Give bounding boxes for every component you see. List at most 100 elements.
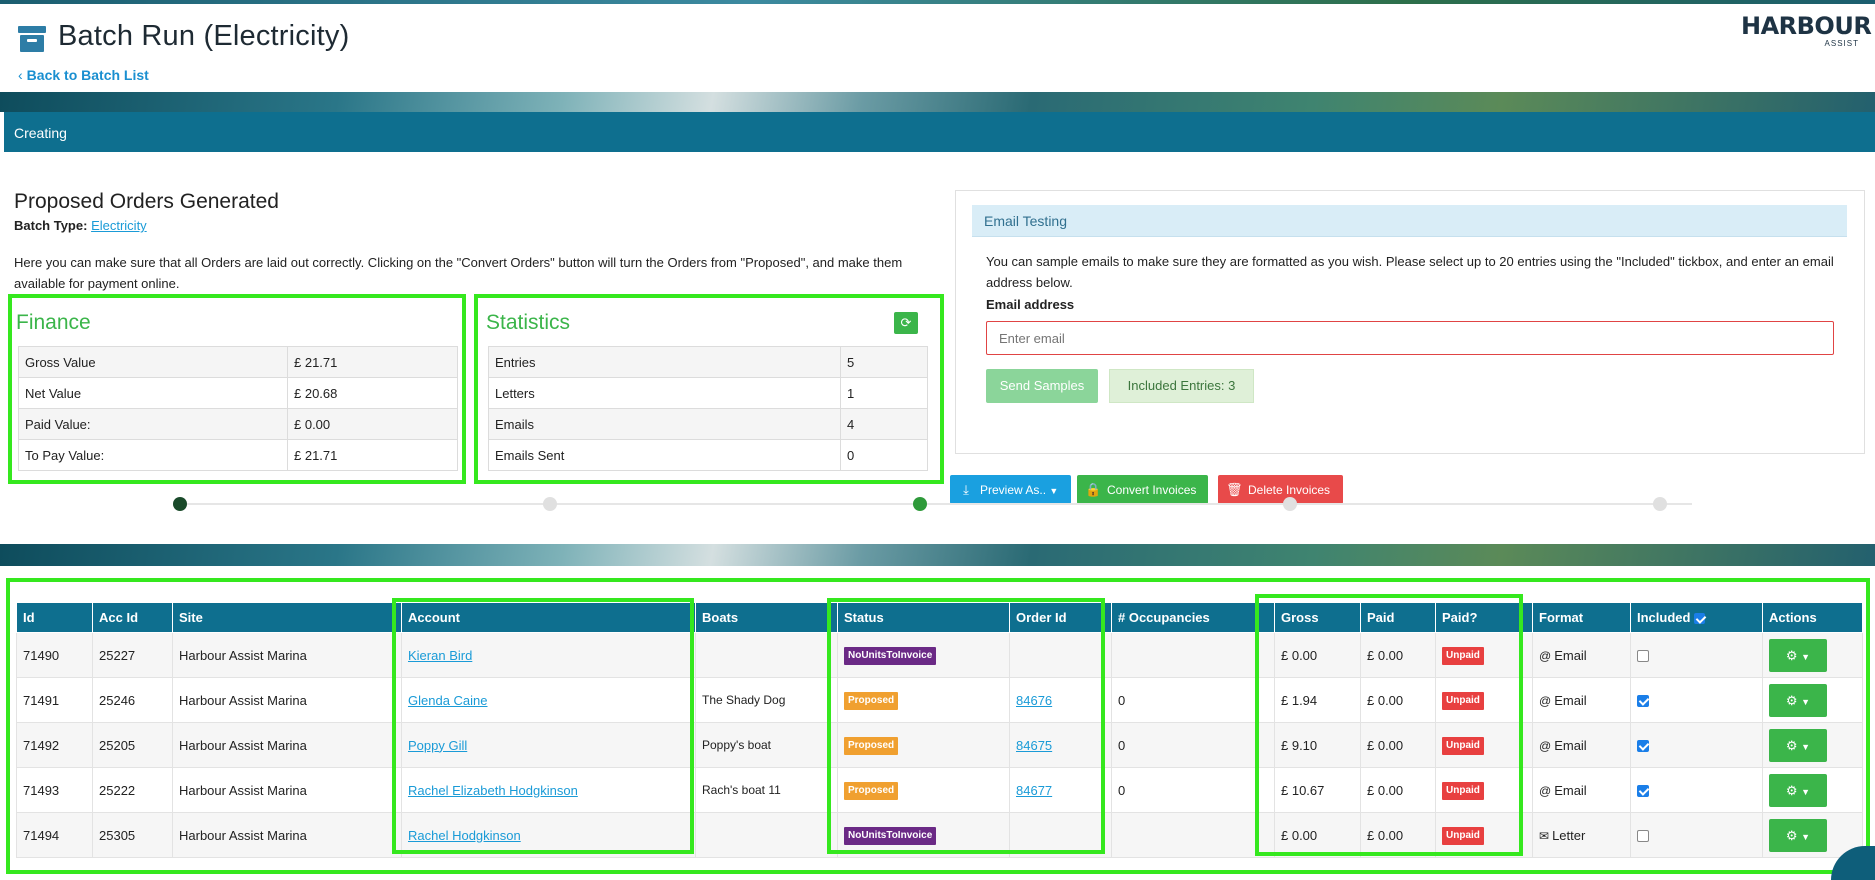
account-link[interactable]: Rachel Hodgkinson xyxy=(408,828,521,843)
row-actions-button[interactable]: ⚙ ▼ xyxy=(1769,728,1827,762)
finance-row-label: Paid Value: xyxy=(18,408,288,440)
email-testing-description: You can sample emails to make sure they … xyxy=(986,254,1834,290)
format-label: Letter xyxy=(1552,827,1586,843)
email-address-label: Email address xyxy=(986,297,1075,312)
cell-paid-status: Unpaid xyxy=(1435,722,1533,768)
cell-acc-id: 25205 xyxy=(92,722,173,768)
lock-icon: 🔒 xyxy=(1085,482,1102,497)
account-link[interactable]: Rachel Elizabeth Hodgkinson xyxy=(408,783,578,798)
column-header-acc-id[interactable]: Acc Id xyxy=(92,602,173,633)
send-samples-button[interactable]: Send Samples xyxy=(986,369,1098,403)
cell-id: 71493 xyxy=(16,767,93,813)
column-header-gross[interactable]: Gross xyxy=(1274,602,1361,633)
order-id-link[interactable]: 84676 xyxy=(1016,693,1052,708)
column-header-id[interactable]: Id xyxy=(16,602,93,633)
cell-gross: £ 1.94 xyxy=(1274,677,1361,723)
gears-icon: ⚙ xyxy=(1785,647,1798,663)
finance-row-label: Gross Value xyxy=(18,346,288,378)
row-actions-button[interactable]: ⚙ ▼ xyxy=(1769,818,1827,852)
status-badge: Proposed xyxy=(844,736,899,755)
order-id-link[interactable]: 84677 xyxy=(1016,783,1052,798)
column-header-format[interactable]: Format xyxy=(1532,602,1631,633)
statistics-row-label: Emails xyxy=(488,408,841,440)
column-header-occupancies[interactable]: # Occupancies xyxy=(1111,602,1275,633)
preview-as-button[interactable]: ⤓ Preview As.. ▼ xyxy=(950,475,1071,504)
column-header-account[interactable]: Account xyxy=(401,602,696,633)
cell-acc-id: 25227 xyxy=(92,632,173,678)
unpaid-badge: Unpaid xyxy=(1442,826,1484,845)
gears-icon: ⚙ xyxy=(1785,827,1798,843)
account-link[interactable]: Glenda Caine xyxy=(408,693,488,708)
column-header-included[interactable]: Included xyxy=(1630,602,1763,633)
row-actions-button[interactable]: ⚙ ▼ xyxy=(1769,683,1827,717)
table-header-row: Id Acc Id Site Account Boats Status Orde… xyxy=(16,602,1863,633)
refresh-button[interactable]: ⟳ xyxy=(894,312,918,334)
column-header-paid[interactable]: Paid xyxy=(1360,602,1436,633)
column-header-site[interactable]: Site xyxy=(172,602,402,633)
row-actions-button[interactable]: ⚙ ▼ xyxy=(1769,773,1827,807)
included-checkbox[interactable] xyxy=(1637,830,1649,843)
cell-account: Rachel Hodgkinson xyxy=(401,812,696,858)
included-checkbox[interactable] xyxy=(1637,785,1649,798)
gears-icon: ⚙ xyxy=(1785,782,1798,798)
cell-occupancies xyxy=(1111,632,1275,678)
progress-step-2 xyxy=(543,497,557,511)
cell-paid-status: Unpaid xyxy=(1435,677,1533,723)
unpaid-badge: Unpaid xyxy=(1442,646,1484,665)
cell-order-id xyxy=(1009,812,1112,858)
cell-included xyxy=(1630,812,1763,858)
column-header-boats[interactable]: Boats xyxy=(695,602,838,633)
unpaid-badge: Unpaid xyxy=(1442,736,1484,755)
cell-acc-id: 25246 xyxy=(92,677,173,723)
convert-invoices-label: Convert Invoices xyxy=(1107,483,1197,497)
orders-table-panel: Id Acc Id Site Account Boats Status Orde… xyxy=(6,578,1870,874)
harbour-assist-logo: HARBOUR ASSIST xyxy=(1741,12,1872,52)
order-id-link[interactable]: 84675 xyxy=(1016,738,1052,753)
email-field[interactable] xyxy=(986,321,1834,355)
cell-order-id: 84677 xyxy=(1009,767,1112,813)
column-header-actions: Actions xyxy=(1762,602,1863,633)
cell-status: Proposed xyxy=(837,767,1010,813)
cell-paid: £ 0.00 xyxy=(1360,677,1436,723)
table-row: 71493 25222 Harbour Assist Marina Rachel… xyxy=(16,767,1863,813)
back-to-batch-list-link[interactable]: ‹ Back to Batch List xyxy=(18,67,149,83)
batch-type-label: Batch Type: xyxy=(14,218,88,233)
email-testing-heading: Email Testing xyxy=(972,205,1847,237)
logo-main: HARBOUR xyxy=(1741,12,1872,40)
column-header-status[interactable]: Status xyxy=(837,602,1010,633)
progress-step-5 xyxy=(1653,497,1667,511)
account-link[interactable]: Kieran Bird xyxy=(408,648,472,663)
convert-invoices-button[interactable]: 🔒 Convert Invoices xyxy=(1077,475,1208,504)
cell-site: Harbour Assist Marina xyxy=(172,767,402,813)
column-header-paid-status[interactable]: Paid? xyxy=(1435,602,1533,633)
account-link[interactable]: Poppy Gill xyxy=(408,738,467,753)
refresh-icon: ⟳ xyxy=(900,315,912,330)
included-checkbox[interactable] xyxy=(1637,695,1649,708)
cell-gross: £ 0.00 xyxy=(1274,812,1361,858)
finance-row-value: £ 21.71 xyxy=(287,346,458,378)
cell-occupancies: 0 xyxy=(1111,677,1275,723)
orders-table: Id Acc Id Site Account Boats Status Orde… xyxy=(16,602,1863,858)
row-actions-button[interactable]: ⚙ ▼ xyxy=(1769,638,1827,672)
delete-invoices-label: Delete Invoices xyxy=(1248,483,1331,497)
included-checkbox[interactable] xyxy=(1637,650,1649,663)
batch-type-link[interactable]: Electricity xyxy=(91,218,147,233)
statistics-panel: Statistics ⟳ Entries 5 Letters 1 Emails 4 E… xyxy=(474,294,944,484)
finance-row-label: Net Value xyxy=(18,377,288,409)
cell-status: Proposed xyxy=(837,677,1010,723)
included-checkbox[interactable] xyxy=(1637,740,1649,753)
cell-included xyxy=(1630,677,1763,723)
include-all-checkbox[interactable] xyxy=(1694,613,1706,625)
format-label: Email xyxy=(1554,737,1587,753)
background-photo-strip xyxy=(0,92,1875,112)
cell-order-id: 84675 xyxy=(1009,722,1112,768)
finance-panel: Finance Gross Value £ 21.71 Net Value £ 20… xyxy=(8,294,466,484)
column-header-order-id[interactable]: Order Id xyxy=(1009,602,1112,633)
cell-acc-id: 25222 xyxy=(92,767,173,813)
status-label: Creating xyxy=(14,125,67,141)
delete-invoices-button[interactable]: 🗑 Delete Invoices xyxy=(1218,475,1343,504)
cell-id: 71490 xyxy=(16,632,93,678)
statistics-row-value: 0 xyxy=(840,439,928,471)
caret-down-icon: ▼ xyxy=(1801,831,1811,842)
logo-sub: ASSIST xyxy=(1824,39,1859,48)
